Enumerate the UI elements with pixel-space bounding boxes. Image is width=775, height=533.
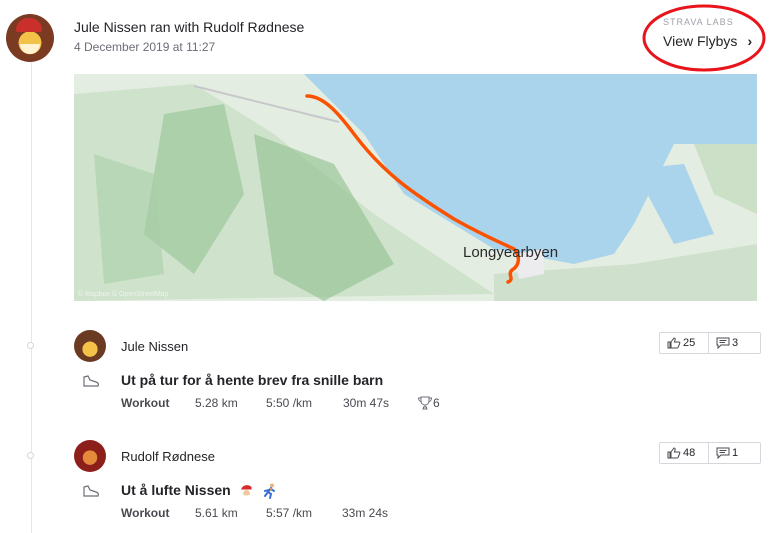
kudos-count: 25 [683, 337, 696, 349]
athlete-avatar[interactable] [74, 330, 106, 362]
social-buttons: 25 3 [659, 332, 761, 354]
activity-title-row[interactable]: Ut å lufte Nissen [121, 482, 278, 500]
timeline-dot [27, 452, 34, 459]
map-attribution[interactable]: © Mapbox © OpenStreetMap [78, 291, 168, 298]
feed-timeline-line [31, 60, 32, 533]
athlete-name[interactable]: Jule Nissen [121, 339, 188, 354]
comment-button[interactable]: 1 [709, 442, 761, 464]
achievement-count: 6 [433, 396, 440, 410]
kudos-count: 48 [683, 447, 696, 459]
group-avatar[interactable] [6, 14, 54, 62]
thumbs-up-icon [667, 447, 681, 459]
distance-stat: 5.28 km [195, 396, 238, 410]
social-buttons: 48 1 [659, 442, 761, 464]
trophy-icon [417, 396, 433, 410]
athlete-avatar[interactable] [74, 440, 106, 472]
route-map[interactable]: Longyearbyen © Mapbox © OpenStreetMap [74, 74, 757, 301]
comment-count: 3 [732, 337, 739, 349]
comment-button[interactable]: 3 [709, 332, 761, 354]
activity-type: Workout [121, 506, 170, 520]
activity-title: Ut å lufte Nissen [121, 482, 231, 498]
run-shoe-icon [83, 375, 99, 387]
time-stat: 33m 24s [342, 506, 389, 520]
activity-title[interactable]: Ut på tur for å hente brev fra snille ba… [121, 372, 383, 388]
map-canvas [74, 74, 757, 301]
pace-stat: 5:50 /km [266, 396, 313, 410]
achievements-stat[interactable]: 6 [417, 396, 440, 410]
kudos-button[interactable]: 48 [659, 442, 709, 464]
comment-icon [716, 337, 730, 349]
highlight-ring [642, 4, 766, 72]
thumbs-up-icon [667, 337, 681, 349]
timeline-dot [27, 342, 34, 349]
group-activity-title[interactable]: Jule Nissen ran with Rudolf Rødnese [74, 19, 304, 35]
athlete-name[interactable]: Rudolf Rødnese [121, 449, 215, 464]
activity-date: 4 December 2019 at 11:27 [74, 40, 216, 54]
run-shoe-icon [83, 485, 99, 497]
map-place-label: Longyearbyen [463, 244, 559, 261]
santa-emoji [240, 485, 255, 498]
kudos-button[interactable]: 25 [659, 332, 709, 354]
comment-icon [716, 447, 730, 459]
comment-count: 1 [732, 447, 739, 459]
pace-stat: 5:57 /km [266, 506, 313, 520]
distance-stat: 5.61 km [195, 506, 238, 520]
time-stat: 30m 47s [343, 396, 390, 410]
activity-type: Workout [121, 396, 170, 410]
runner-emoji [264, 483, 276, 500]
